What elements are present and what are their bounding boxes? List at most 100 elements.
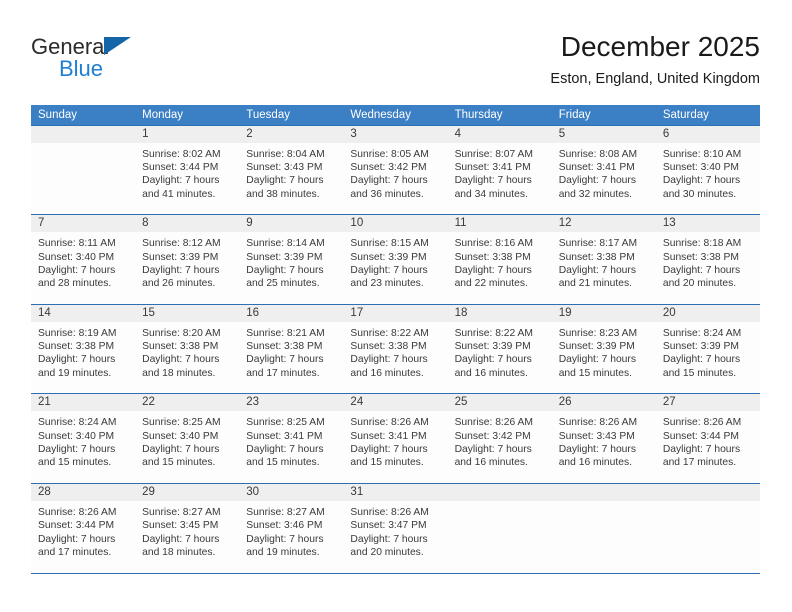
sunrise-text: Sunrise: 8:26 AM xyxy=(38,507,117,519)
week-detail-strip: Sunrise: 8:26 AM Sunset: 3:44 PM Dayligh… xyxy=(31,501,760,574)
day-number[interactable]: 28 xyxy=(31,484,135,501)
daylight-text: Daylight: 7 hours xyxy=(662,444,741,456)
day-cell[interactable]: Sunrise: 8:11 AM Sunset: 3:40 PM Dayligh… xyxy=(31,232,135,304)
daylight-text-cont: and 17 minutes. xyxy=(246,367,320,379)
day-cell[interactable]: Sunrise: 8:22 AM Sunset: 3:39 PM Dayligh… xyxy=(448,322,552,394)
week-number-strip: 1 2 3 4 5 6 xyxy=(31,125,760,143)
day-number[interactable]: 8 xyxy=(135,215,239,232)
sunset-text: Sunset: 3:47 PM xyxy=(350,520,427,532)
day-cell[interactable]: Sunrise: 8:26 AM Sunset: 3:44 PM Dayligh… xyxy=(656,411,760,483)
week-detail-strip: Sunrise: 8:19 AM Sunset: 3:38 PM Dayligh… xyxy=(31,321,760,394)
daylight-text: Daylight: 7 hours xyxy=(454,175,532,187)
day-number[interactable]: 11 xyxy=(448,215,552,232)
day-cell[interactable]: Sunrise: 8:23 AM Sunset: 3:39 PM Dayligh… xyxy=(552,322,656,394)
day-number[interactable]: 13 xyxy=(656,215,760,232)
day-number[interactable]: 6 xyxy=(656,126,760,143)
day-cell[interactable]: Sunrise: 8:14 AM Sunset: 3:39 PM Dayligh… xyxy=(239,232,343,304)
day-number[interactable]: 22 xyxy=(135,394,239,411)
day-number[interactable]: 9 xyxy=(239,215,343,232)
day-cell[interactable]: Sunrise: 8:02 AM Sunset: 3:44 PM Dayligh… xyxy=(135,143,239,215)
sunrise-text: Sunrise: 8:22 AM xyxy=(454,327,533,339)
day-cell[interactable]: Sunrise: 8:10 AM Sunset: 3:40 PM Dayligh… xyxy=(656,143,760,215)
day-cell[interactable]: Sunrise: 8:15 AM Sunset: 3:39 PM Dayligh… xyxy=(343,232,447,304)
day-number[interactable]: 15 xyxy=(135,305,239,322)
day-cell[interactable]: Sunrise: 8:27 AM Sunset: 3:46 PM Dayligh… xyxy=(239,501,343,573)
week-row: 7 8 9 10 11 12 13 Sunrise: 8:11 AM Sunse… xyxy=(31,214,760,306)
day-number[interactable]: 14 xyxy=(31,305,135,322)
day-cell[interactable]: Sunrise: 8:26 AM Sunset: 3:44 PM Dayligh… xyxy=(31,501,135,573)
daylight-text: Daylight: 7 hours xyxy=(558,175,636,187)
sunrise-text: Sunrise: 8:26 AM xyxy=(454,417,533,429)
sunrise-text: Sunrise: 8:10 AM xyxy=(662,148,742,160)
day-number[interactable]: 20 xyxy=(656,305,760,322)
day-number[interactable] xyxy=(31,126,135,143)
daylight-text-cont: and 25 minutes. xyxy=(246,278,320,290)
day-number[interactable]: 1 xyxy=(135,126,239,143)
day-number[interactable]: 19 xyxy=(552,305,656,322)
day-cell[interactable]: Sunrise: 8:18 AM Sunset: 3:38 PM Dayligh… xyxy=(656,232,760,304)
day-number[interactable]: 25 xyxy=(448,394,552,411)
day-cell[interactable] xyxy=(31,143,135,215)
daylight-text: Daylight: 7 hours xyxy=(38,533,116,545)
day-cell[interactable]: Sunrise: 8:26 AM Sunset: 3:41 PM Dayligh… xyxy=(343,411,447,483)
day-cell[interactable]: Sunrise: 8:26 AM Sunset: 3:47 PM Dayligh… xyxy=(343,501,447,573)
sunrise-text: Sunrise: 8:23 AM xyxy=(558,327,638,339)
day-number[interactable]: 16 xyxy=(239,305,343,322)
day-cell[interactable]: Sunrise: 8:25 AM Sunset: 3:41 PM Dayligh… xyxy=(239,411,343,483)
day-number[interactable]: 27 xyxy=(656,394,760,411)
day-number[interactable]: 29 xyxy=(135,484,239,501)
day-cell[interactable]: Sunrise: 8:26 AM Sunset: 3:42 PM Dayligh… xyxy=(448,411,552,483)
day-number[interactable]: 3 xyxy=(343,126,447,143)
day-number[interactable]: 5 xyxy=(552,126,656,143)
brand-name-blue: Blue xyxy=(59,56,104,81)
sunset-text: Sunset: 3:42 PM xyxy=(454,430,531,442)
day-cell[interactable]: Sunrise: 8:25 AM Sunset: 3:40 PM Dayligh… xyxy=(135,411,239,483)
daylight-text-cont: and 21 minutes. xyxy=(558,278,632,290)
day-number[interactable]: 30 xyxy=(239,484,343,501)
brand-logo[interactable]: General Blue xyxy=(31,34,231,92)
day-cell[interactable]: Sunrise: 8:19 AM Sunset: 3:38 PM Dayligh… xyxy=(31,322,135,394)
day-cell[interactable]: Sunrise: 8:16 AM Sunset: 3:38 PM Dayligh… xyxy=(448,232,552,304)
week-row: 14 15 16 17 18 19 20 Sunrise: 8:19 AM Su… xyxy=(31,303,760,395)
daylight-text-cont: and 19 minutes. xyxy=(38,367,112,379)
day-number[interactable]: 12 xyxy=(552,215,656,232)
daylight-text-cont: and 19 minutes. xyxy=(246,546,320,558)
daylight-text: Daylight: 7 hours xyxy=(350,354,428,366)
day-cell[interactable]: Sunrise: 8:27 AM Sunset: 3:45 PM Dayligh… xyxy=(135,501,239,573)
day-cell[interactable]: Sunrise: 8:17 AM Sunset: 3:38 PM Dayligh… xyxy=(552,232,656,304)
weekday-header-tuesday: Tuesday xyxy=(246,109,290,121)
day-cell[interactable]: Sunrise: 8:04 AM Sunset: 3:43 PM Dayligh… xyxy=(239,143,343,215)
sunrise-text: Sunrise: 8:02 AM xyxy=(142,148,221,160)
day-cell xyxy=(552,501,656,573)
sunset-text: Sunset: 3:41 PM xyxy=(454,161,531,173)
daylight-text: Daylight: 7 hours xyxy=(246,533,324,545)
day-number[interactable]: 7 xyxy=(31,215,135,232)
day-cell[interactable]: Sunrise: 8:05 AM Sunset: 3:42 PM Dayligh… xyxy=(343,143,447,215)
day-number[interactable]: 4 xyxy=(448,126,552,143)
day-cell[interactable]: Sunrise: 8:24 AM Sunset: 3:39 PM Dayligh… xyxy=(656,322,760,394)
day-number[interactable]: 18 xyxy=(448,305,552,322)
day-number[interactable]: 26 xyxy=(552,394,656,411)
daylight-text-cont: and 18 minutes. xyxy=(142,546,216,558)
day-number[interactable]: 10 xyxy=(343,215,447,232)
day-number[interactable]: 24 xyxy=(343,394,447,411)
day-cell[interactable]: Sunrise: 8:08 AM Sunset: 3:41 PM Dayligh… xyxy=(552,143,656,215)
day-cell[interactable]: Sunrise: 8:20 AM Sunset: 3:38 PM Dayligh… xyxy=(135,322,239,394)
day-cell[interactable]: Sunrise: 8:12 AM Sunset: 3:39 PM Dayligh… xyxy=(135,232,239,304)
daylight-text-cont: and 15 minutes. xyxy=(142,457,216,469)
day-number[interactable]: 21 xyxy=(31,394,135,411)
sunset-text: Sunset: 3:39 PM xyxy=(662,341,739,353)
daylight-text: Daylight: 7 hours xyxy=(454,444,532,456)
day-number[interactable]: 23 xyxy=(239,394,343,411)
day-cell[interactable]: Sunrise: 8:26 AM Sunset: 3:43 PM Dayligh… xyxy=(552,411,656,483)
day-cell[interactable]: Sunrise: 8:21 AM Sunset: 3:38 PM Dayligh… xyxy=(239,322,343,394)
day-cell[interactable]: Sunrise: 8:24 AM Sunset: 3:40 PM Dayligh… xyxy=(31,411,135,483)
sunset-text: Sunset: 3:38 PM xyxy=(142,341,219,353)
week-number-strip: 28 29 30 31 xyxy=(31,484,760,502)
day-number[interactable]: 31 xyxy=(343,484,447,501)
day-number[interactable]: 2 xyxy=(239,126,343,143)
daylight-text-cont: and 15 minutes. xyxy=(246,457,320,469)
day-cell[interactable]: Sunrise: 8:22 AM Sunset: 3:38 PM Dayligh… xyxy=(343,322,447,394)
day-number[interactable]: 17 xyxy=(343,305,447,322)
day-cell[interactable]: Sunrise: 8:07 AM Sunset: 3:41 PM Dayligh… xyxy=(448,143,552,215)
